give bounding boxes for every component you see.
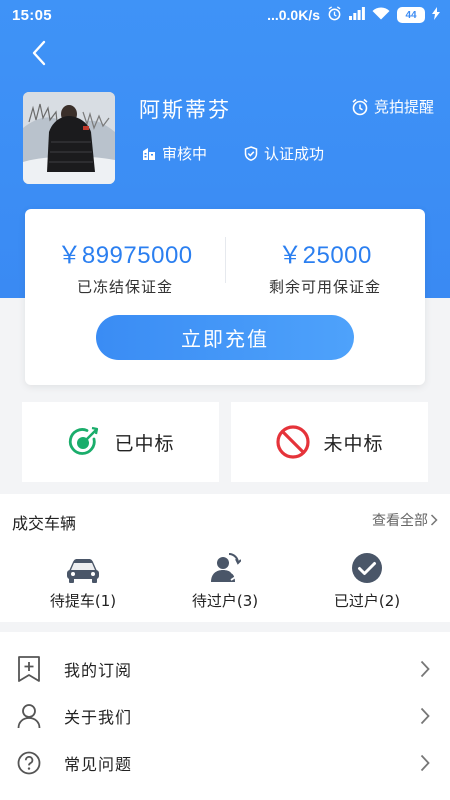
deals-title: 成交车辆 xyxy=(12,514,77,533)
check-circle-icon xyxy=(352,553,382,583)
deal-item-label: 待过户(3) xyxy=(191,592,259,610)
lost-bids-button[interactable]: 未中标 xyxy=(231,402,428,482)
deal-item-pending-pickup[interactable]: 待提车(1) xyxy=(8,552,158,611)
deal-item-transferred[interactable]: 已过户(2) xyxy=(292,552,442,611)
chevron-right-icon xyxy=(420,754,430,772)
deal-item-label: 待提车(1) xyxy=(49,592,117,610)
status-bar: 15:05 ...0.0K/s 44 xyxy=(0,0,450,32)
charging-icon xyxy=(432,7,440,23)
verify-status-tag: 认证成功 xyxy=(244,143,324,164)
user-name: 阿斯蒂芬 xyxy=(139,98,231,122)
auction-remind-label: 竞拍提醒 xyxy=(373,98,434,116)
menu-item-label: 关于我们 xyxy=(64,708,133,727)
chevron-left-icon xyxy=(32,40,46,66)
chevron-right-icon xyxy=(420,707,430,725)
network-speed: ...0.0K/s xyxy=(267,7,320,23)
battery-level: 44 xyxy=(405,9,417,21)
frozen-deposit[interactable]: ￥89975000 已冻结保证金 xyxy=(25,235,225,297)
menu-item-label: 常见问题 xyxy=(64,755,133,774)
prohibited-icon xyxy=(276,425,311,459)
alarm-clock-icon xyxy=(352,98,368,115)
recharge-button[interactable]: 立即充值 xyxy=(96,315,354,360)
menu-item-faq[interactable]: 常见问题 xyxy=(0,740,450,786)
status-time: 15:05 xyxy=(12,7,52,24)
lost-bids-label: 未中标 xyxy=(323,432,384,455)
won-bids-label: 已中标 xyxy=(114,432,175,455)
question-icon xyxy=(16,750,42,776)
menu-item-about-us[interactable]: 关于我们 xyxy=(0,693,450,739)
transfer-person-icon xyxy=(211,553,241,582)
deposit-card: ￥89975000 已冻结保证金 ￥25000 剩余可用保证金 立即充值 xyxy=(25,209,425,385)
avatar[interactable] xyxy=(23,92,115,184)
menu-list: 我的订阅 关于我们 常见问题 xyxy=(0,632,450,800)
building-icon xyxy=(143,147,155,160)
deal-item-label: 已过户(2) xyxy=(333,592,401,610)
auction-remind-button[interactable]: 竞拍提醒 xyxy=(351,96,434,117)
chevron-right-icon xyxy=(420,660,430,678)
available-deposit-amount: ￥25000 xyxy=(278,242,372,269)
available-deposit-label: 剩余可用保证金 xyxy=(268,278,381,296)
signal-icon xyxy=(349,7,365,23)
frozen-deposit-amount: ￥89975000 xyxy=(57,242,193,269)
won-bids-button[interactable]: 已中标 xyxy=(22,402,219,482)
view-all-label: 查看全部 xyxy=(372,513,428,529)
status-icons: ...0.0K/s 44 xyxy=(267,6,440,24)
bookmark-add-icon xyxy=(16,656,42,682)
battery-icon: 44 xyxy=(397,7,425,23)
target-icon xyxy=(69,426,99,455)
available-deposit[interactable]: ￥25000 剩余可用保证金 xyxy=(225,235,425,297)
review-status-text: 审核中 xyxy=(162,145,208,163)
deal-item-pending-transfer[interactable]: 待过户(3) xyxy=(150,552,300,611)
chevron-right-icon xyxy=(430,514,438,526)
car-icon xyxy=(67,559,99,583)
frozen-deposit-label: 已冻结保证金 xyxy=(76,278,173,296)
wifi-icon xyxy=(372,7,390,23)
review-status-tag: 审核中 xyxy=(142,143,207,164)
alarm-icon xyxy=(327,6,342,24)
back-button[interactable] xyxy=(22,36,56,70)
menu-item-label: 我的订阅 xyxy=(64,661,133,680)
view-all-link[interactable]: 查看全部 xyxy=(372,510,438,530)
menu-item-subscriptions[interactable]: 我的订阅 xyxy=(0,646,450,692)
shield-check-icon xyxy=(244,146,258,161)
verify-status-text: 认证成功 xyxy=(264,145,325,163)
user-icon xyxy=(16,703,42,729)
deal-vehicles-section: 成交车辆 查看全部 待提车(1) 待过户(3) 已过户(2) xyxy=(0,494,450,622)
